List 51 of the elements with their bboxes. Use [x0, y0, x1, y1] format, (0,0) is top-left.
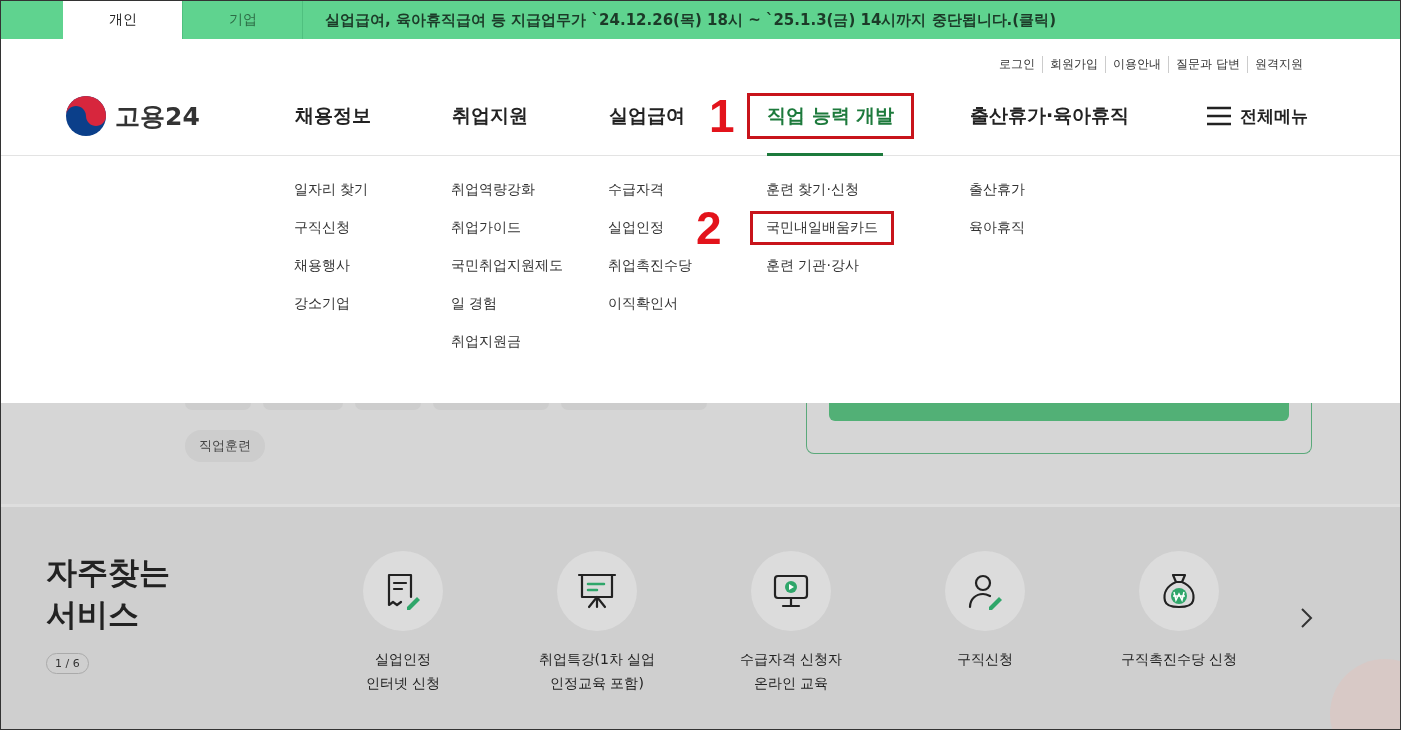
submenu-item[interactable]: 취업지원금: [451, 333, 521, 351]
submenu-item[interactable]: 취업가이드: [451, 219, 521, 237]
tag-chip: [355, 403, 421, 410]
service-label: 취업특강(1차 실업 인정교육 포함): [538, 650, 656, 693]
submenu-item[interactable]: 실업인정: [608, 219, 664, 237]
submenu-item[interactable]: 취업촉진수당: [608, 257, 692, 275]
submenu-item[interactable]: 국민내일배움카드: [750, 211, 894, 245]
main-nav-item[interactable]: 취업지원: [432, 93, 548, 139]
main-nav-item[interactable]: 채용정보: [275, 93, 391, 139]
section-title: 자주찾는 서비스: [46, 553, 171, 634]
submenu-item[interactable]: 훈련 기관·강사: [766, 257, 859, 275]
utility-link[interactable]: 회원가입: [1042, 55, 1106, 73]
main-nav-item[interactable]: 출산휴가·육아휴직: [950, 93, 1150, 139]
all-menu-button[interactable]: 전체메뉴: [1206, 77, 1308, 155]
keyword-tag[interactable]: 직업훈련: [185, 430, 265, 462]
main-nav-item[interactable]: 직업 능력 개발: [747, 93, 915, 139]
submenu-item[interactable]: 육아휴직: [969, 219, 1025, 237]
presentation-board-icon: [575, 571, 619, 611]
submenu-item[interactable]: 채용행사: [294, 257, 350, 275]
submenu-item[interactable]: 구직신청: [294, 219, 350, 237]
submenu-item[interactable]: 일자리 찾기: [294, 181, 369, 199]
main-nav-item[interactable]: 실업급여: [589, 93, 705, 139]
service-label: 구직신청: [957, 650, 1013, 669]
logo-emblem-icon: [65, 95, 107, 137]
service-label: 실업인정 인터넷 신청: [365, 650, 441, 693]
logo-text: 고용24: [115, 100, 200, 133]
annotation-number: 1: [709, 89, 735, 143]
submenu-item[interactable]: 수급자격: [608, 181, 664, 199]
user-type-tab[interactable]: 개인: [63, 1, 183, 39]
submenu-item[interactable]: 훈련 찾기·신청: [766, 181, 859, 199]
service-item[interactable]: 취업특강(1차 실업 인정교육 포함): [500, 551, 694, 729]
submenu-item[interactable]: 강소기업: [294, 295, 350, 313]
submenu-item[interactable]: 이직확인서: [608, 295, 678, 313]
notice-link[interactable]: 실업급여, 육아휴직급여 등 지급업무가 `24.12.26(목) 18시 ~ `25.1.3(금) 14시까지 중단됩니다.(클릭): [303, 1, 1056, 39]
submenu-item[interactable]: 국민취업지원제도: [451, 257, 563, 275]
service-item[interactable]: 실업인정 인터넷 신청: [306, 551, 500, 729]
service-label: 구직촉진수당 신청: [1120, 650, 1238, 669]
service-label: 수급자격 신청자 온라인 교육: [739, 650, 843, 693]
utility-link[interactable]: 로그인: [992, 55, 1043, 73]
submenu-item[interactable]: 출산휴가: [969, 181, 1025, 199]
submenu-item[interactable]: 일 경험: [451, 295, 498, 313]
submenu-item[interactable]: 취업역량강화: [451, 181, 535, 199]
menu-icon: [1206, 106, 1232, 126]
annotation-number: 2: [696, 201, 722, 255]
service-item[interactable]: 구직촉진수당 신청: [1082, 551, 1276, 729]
tag-chip: [185, 403, 251, 410]
service-item[interactable]: 구직신청: [888, 551, 1082, 729]
service-item[interactable]: 수급자격 신청자 온라인 교육: [694, 551, 888, 729]
utility-link[interactable]: 질문과 답변: [1168, 55, 1247, 73]
utility-link[interactable]: 원격지원: [1247, 55, 1310, 73]
utility-link[interactable]: 이용안내: [1105, 55, 1169, 73]
